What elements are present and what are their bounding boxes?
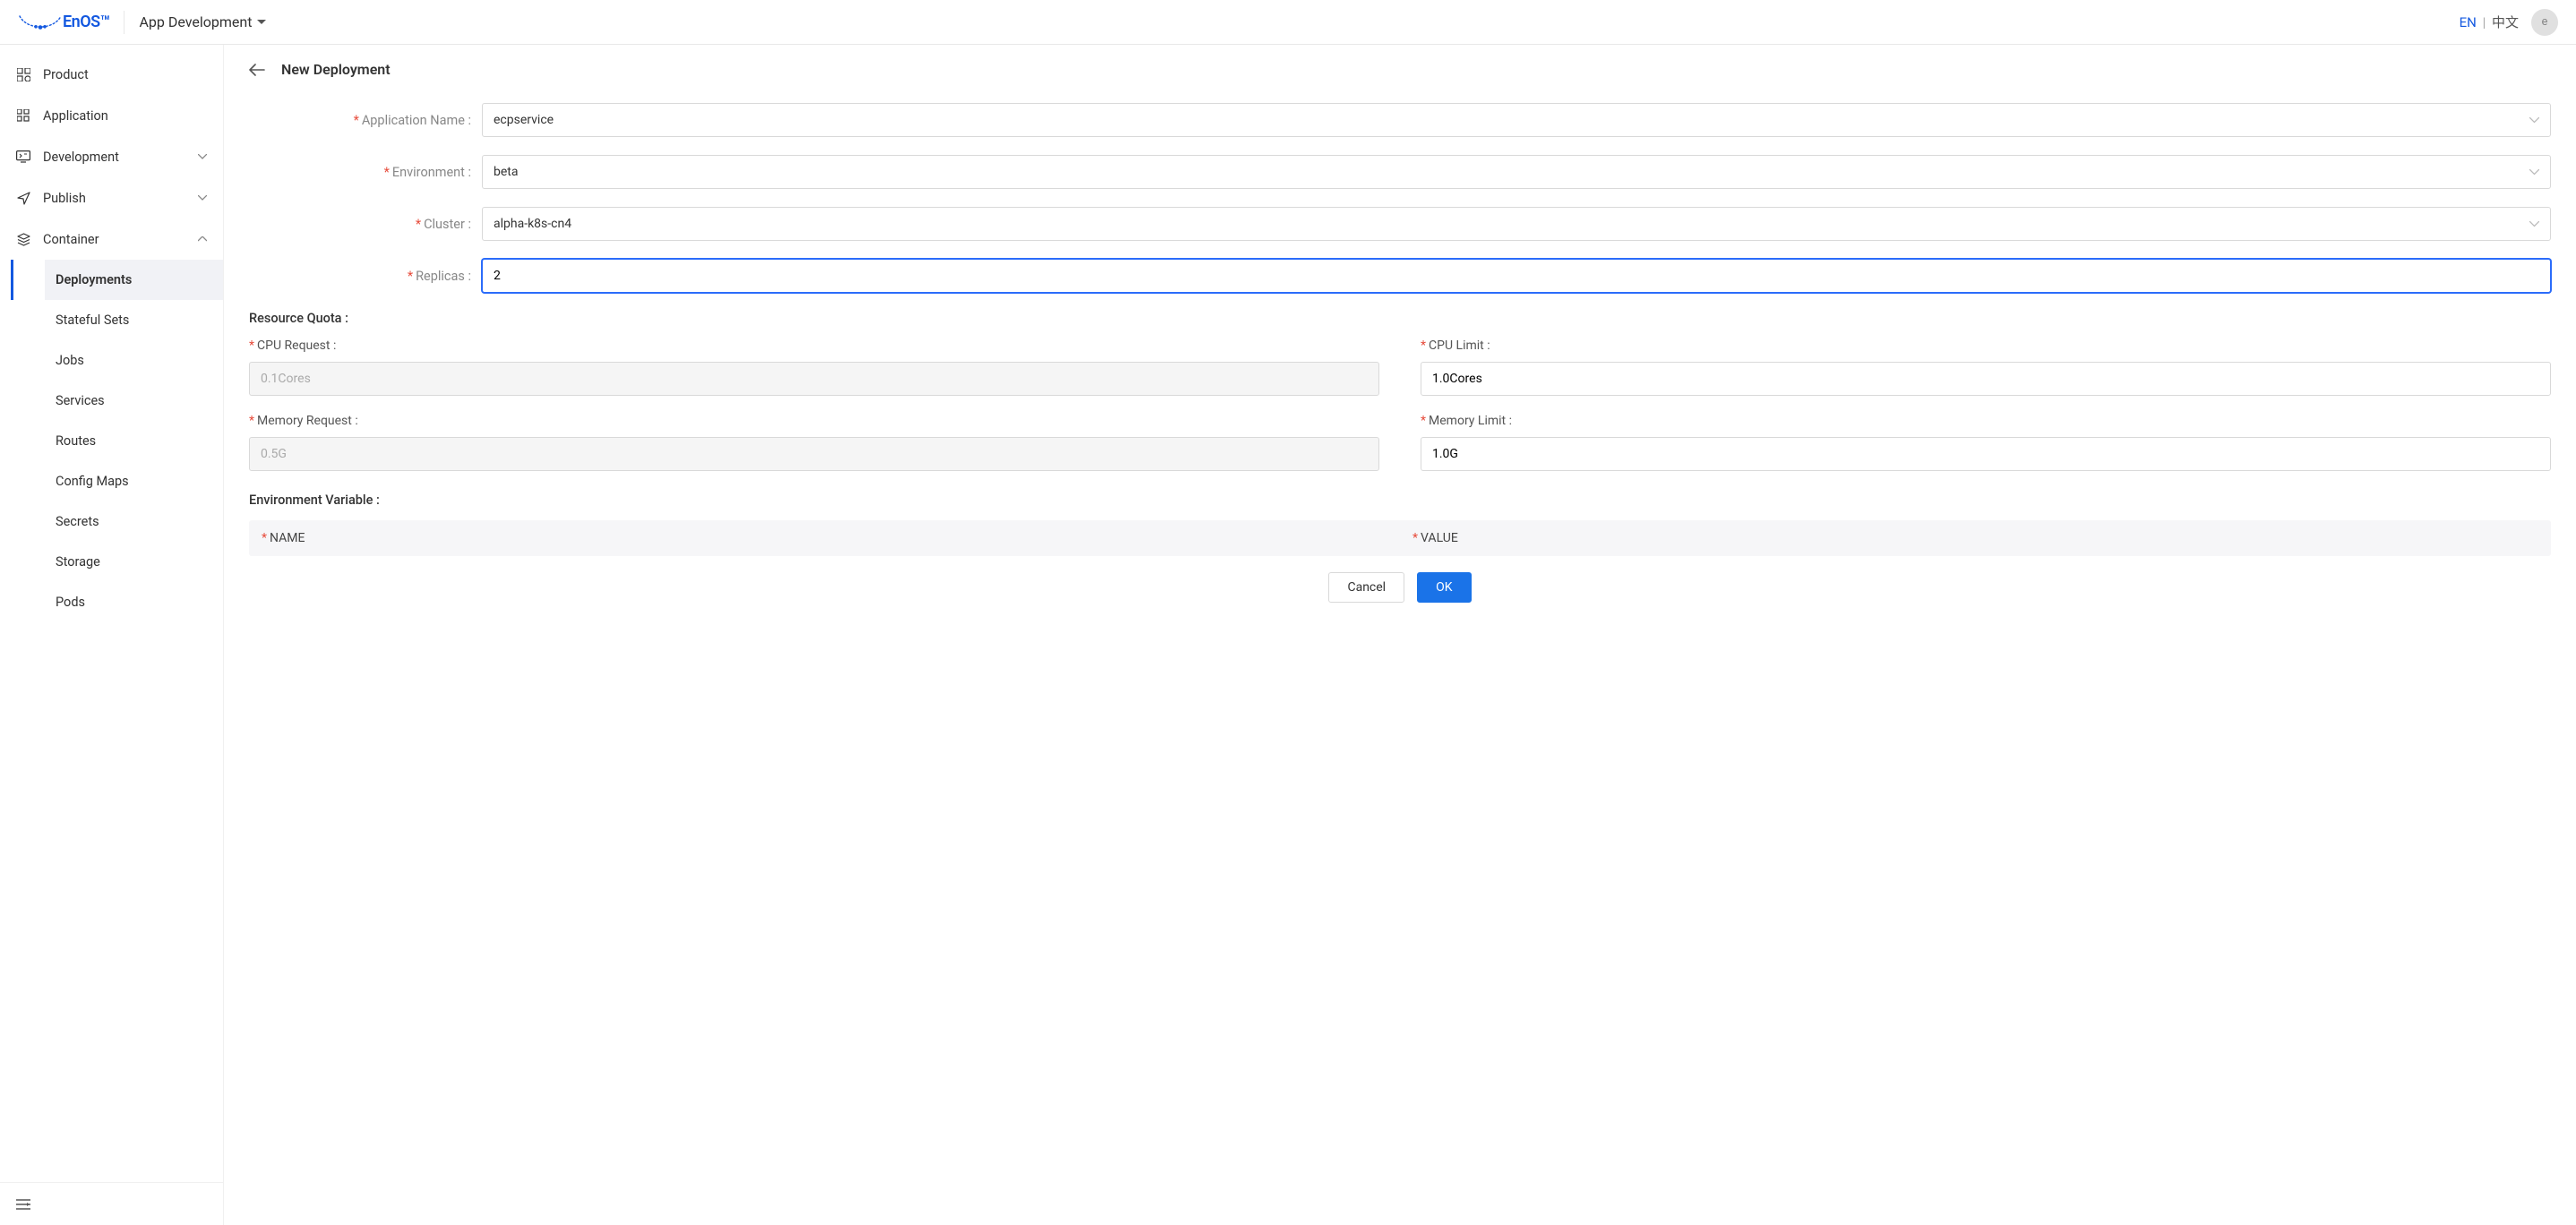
send-icon: [16, 192, 30, 205]
sidebar-item-label: Pods: [56, 595, 85, 610]
lang-separator: |: [2483, 14, 2486, 30]
sidebar-item-label: Services: [56, 393, 105, 408]
cluster-value: alpha-k8s-cn4: [494, 217, 571, 231]
logo-text: EnOS™: [63, 13, 109, 31]
app-name-select[interactable]: ecpservice: [482, 103, 2551, 137]
replicas-label: *Replicas :: [249, 269, 482, 284]
logo[interactable]: EnOS™: [18, 11, 125, 34]
environment-label: *Environment :: [249, 165, 482, 180]
environment-value: beta: [494, 165, 518, 179]
sidebar-item-application[interactable]: Application: [0, 95, 223, 136]
sidebar-item-label: Secrets: [56, 514, 99, 529]
sidebar-item-development[interactable]: Development: [0, 136, 223, 177]
replicas-input[interactable]: [482, 259, 2551, 293]
main-content: New Deployment *Application Name : ecpse…: [224, 45, 2576, 1225]
page-title: New Deployment: [281, 61, 391, 78]
avatar-initial: e: [2542, 15, 2548, 29]
sidebar-item-config-maps[interactable]: Config Maps: [45, 461, 223, 501]
sidebar-item-deployments[interactable]: Deployments: [45, 260, 223, 300]
sidebar-item-services[interactable]: Services: [45, 381, 223, 421]
collapse-icon: [16, 1198, 30, 1211]
logo-swirl-icon: [18, 11, 63, 34]
sidebar-item-label: Publish: [43, 191, 86, 206]
cluster-label: *Cluster :: [249, 217, 482, 232]
sidebar-item-label: Routes: [56, 433, 96, 449]
lang-zh[interactable]: 中文: [2492, 14, 2519, 30]
env-var-table-head: *NAME *VALUE: [249, 520, 2551, 556]
cpu-request-field: [261, 372, 1368, 386]
app-name-value: ecpservice: [494, 113, 554, 127]
cluster-select[interactable]: alpha-k8s-cn4: [482, 207, 2551, 241]
sidebar-item-label: Stateful Sets: [56, 313, 129, 328]
app-name-label: *Application Name :: [249, 113, 482, 128]
sidebar-item-storage[interactable]: Storage: [45, 542, 223, 582]
env-col-value: *VALUE: [1400, 531, 2551, 545]
sidebar-item-pods[interactable]: Pods: [45, 582, 223, 622]
chevron-up-icon: [198, 236, 207, 242]
avatar[interactable]: e: [2531, 9, 2558, 36]
environment-select[interactable]: beta: [482, 155, 2551, 189]
back-button[interactable]: [249, 64, 265, 76]
sidebar-item-label: Application: [43, 108, 108, 124]
sidebar-item-stateful-sets[interactable]: Stateful Sets: [45, 300, 223, 340]
apps-icon: [16, 109, 30, 123]
app-selector-label: App Development: [139, 13, 252, 30]
sidebar: Product Application Development: [0, 45, 224, 1225]
grid-icon: [16, 68, 30, 81]
mem-limit-label: *Memory Limit :: [1421, 414, 2551, 428]
mem-request-label: *Memory Request :: [249, 414, 1379, 428]
mem-request-field: [261, 447, 1368, 461]
form-actions: Cancel OK: [249, 572, 2551, 603]
env-var-heading: Environment Variable :: [249, 493, 2551, 508]
sidebar-item-container[interactable]: Container: [0, 218, 223, 260]
mem-limit-input[interactable]: [1421, 437, 2551, 471]
sidebar-item-routes[interactable]: Routes: [45, 421, 223, 461]
caret-down-icon: [257, 20, 266, 25]
sidebar-item-label: Deployments: [56, 272, 132, 287]
cpu-limit-label: *CPU Limit :: [1421, 338, 2551, 353]
cpu-request-label: *CPU Request :: [249, 338, 1379, 353]
sidebar-item-label: Container: [43, 232, 99, 247]
sidebar-item-label: Storage: [56, 554, 100, 570]
cpu-request-input: [249, 362, 1379, 396]
sidebar-item-label: Jobs: [56, 353, 84, 368]
env-col-name: *NAME: [249, 531, 1400, 545]
sidebar-item-jobs[interactable]: Jobs: [45, 340, 223, 381]
mem-request-input: [249, 437, 1379, 471]
dev-icon: [16, 150, 30, 163]
top-header: EnOS™ App Development EN | 中文 e: [0, 0, 2576, 45]
sidebar-item-label: Development: [43, 150, 119, 165]
mem-limit-field[interactable]: [1432, 447, 2539, 461]
app-selector[interactable]: App Development: [139, 13, 266, 30]
arrow-left-icon: [249, 64, 265, 76]
lang-en[interactable]: EN: [2460, 14, 2477, 30]
cpu-limit-field[interactable]: [1432, 372, 2539, 386]
chevron-down-icon: [198, 154, 207, 159]
replicas-input-field[interactable]: [494, 269, 2539, 283]
resource-quota-heading: Resource Quota :: [249, 311, 2551, 326]
container-submenu: Deployments Stateful Sets Jobs Services …: [0, 260, 223, 622]
sidebar-item-product[interactable]: Product: [0, 54, 223, 95]
sidebar-item-label: Config Maps: [56, 474, 129, 489]
chevron-down-icon: [2529, 117, 2539, 124]
cpu-limit-input[interactable]: [1421, 362, 2551, 396]
cancel-button[interactable]: Cancel: [1328, 572, 1404, 603]
sidebar-item-secrets[interactable]: Secrets: [45, 501, 223, 542]
chevron-down-icon: [2529, 169, 2539, 176]
language-switch[interactable]: EN | 中文: [2460, 13, 2519, 31]
stack-icon: [16, 233, 30, 246]
chevron-down-icon: [198, 195, 207, 201]
sidebar-collapse-button[interactable]: [0, 1182, 223, 1225]
sidebar-item-publish[interactable]: Publish: [0, 177, 223, 218]
chevron-down-icon: [2529, 221, 2539, 227]
ok-button[interactable]: OK: [1417, 572, 1471, 603]
sidebar-item-label: Product: [43, 67, 89, 82]
